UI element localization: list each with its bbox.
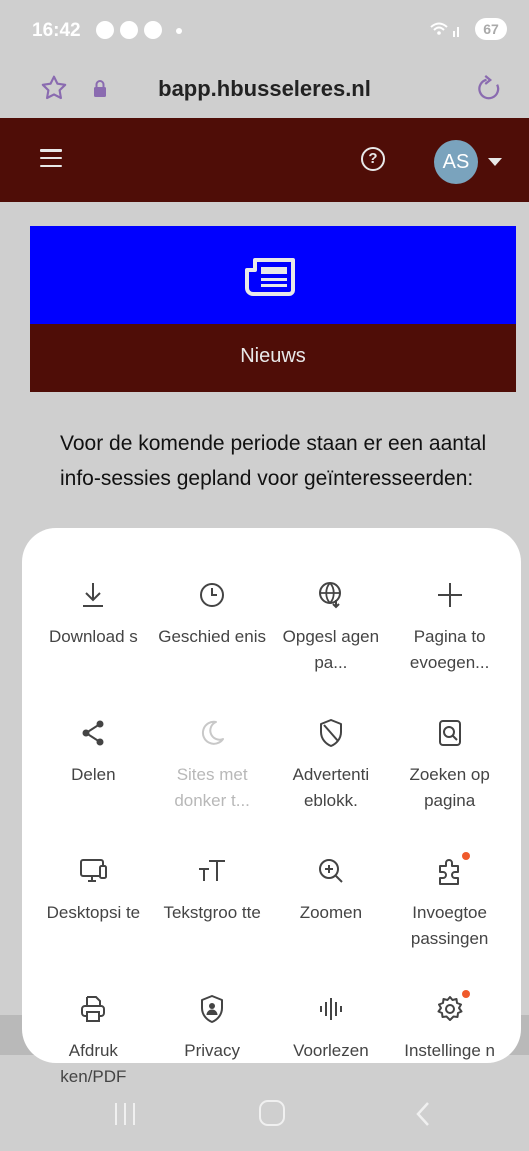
share-icon	[73, 716, 113, 750]
saved-pages-icon	[311, 578, 351, 612]
menu-item-zoom[interactable]: Zoomen	[272, 854, 391, 952]
notification-badge	[461, 852, 470, 860]
menu-item-add-page[interactable]: Pagina to evoegen...	[390, 578, 509, 676]
battery-indicator: 67	[475, 18, 507, 40]
menu-item-desktop-site[interactable]: Desktopsi te	[34, 854, 153, 952]
menu-item-share[interactable]: Delen	[34, 716, 153, 814]
news-banner	[30, 226, 516, 324]
menu-item-label: Desktopsi te	[46, 903, 141, 922]
news-body: Voor de komende periode staan er een aan…	[60, 432, 487, 490]
menu-item-label: Sites met donker t...	[174, 765, 250, 810]
menu-item-saved-pages[interactable]: Opgesl agen pa...	[272, 578, 391, 676]
desktop-icon	[73, 854, 113, 888]
hamburger-menu-icon[interactable]	[40, 149, 62, 167]
system-icons: 67	[429, 18, 507, 40]
recent-apps-icon[interactable]	[115, 1103, 135, 1125]
reload-icon[interactable]	[474, 74, 504, 104]
menu-item-label: Opgesl agen pa...	[282, 627, 380, 672]
moon-icon	[192, 716, 232, 750]
whatsapp-icon	[120, 21, 138, 39]
menu-item-dark-mode[interactable]: Sites met donker t...	[153, 716, 272, 814]
menu-item-label: Zoeken op pagina	[409, 765, 490, 810]
extensions-icon	[430, 852, 470, 888]
menu-item-label: Voorlezen	[293, 1041, 369, 1060]
home-icon[interactable]	[259, 1100, 285, 1126]
status-bar: 16:42 67	[0, 0, 529, 62]
back-icon[interactable]	[414, 1100, 432, 1128]
download-icon	[73, 578, 113, 612]
chrome-icon	[144, 21, 162, 39]
notification-icons	[96, 21, 182, 39]
app-header: ? AS	[0, 118, 529, 202]
menu-item-history[interactable]: Geschied enis	[153, 578, 272, 676]
menu-item-label: Advertenti eblokk.	[292, 765, 370, 810]
menu-item-label: Zoomen	[299, 903, 363, 922]
settings-icon	[430, 990, 470, 1026]
menu-item-downloads[interactable]: Download s	[34, 578, 153, 676]
news-title-bar: Nieuws	[30, 324, 516, 392]
menu-item-ad-block[interactable]: Advertenti eblokk.	[272, 716, 391, 814]
browser-url-bar: bapp.hbusseleres.nl	[0, 62, 529, 118]
wifi-signal-icon	[430, 22, 459, 37]
menu-item-label: Download s	[48, 627, 138, 646]
menu-item-label: Privacy	[184, 1041, 240, 1060]
zoom-icon	[311, 854, 351, 888]
print-icon	[73, 992, 113, 1026]
news-title: Nieuws	[240, 345, 306, 367]
caret-down-icon[interactable]	[488, 158, 502, 166]
read-aloud-icon	[311, 992, 351, 1026]
menu-item-privacy[interactable]: Privacy	[153, 992, 272, 1090]
menu-item-label: Instellinge n	[404, 1041, 495, 1060]
messenger-icon	[96, 21, 114, 39]
notification-badge	[461, 990, 470, 998]
system-nav-bar	[0, 1082, 529, 1151]
find-in-page-icon	[430, 716, 470, 750]
more-notifications-icon	[176, 28, 182, 34]
menu-item-label: Geschied enis	[158, 627, 266, 646]
history-icon	[192, 578, 232, 612]
menu-item-text-size[interactable]: Tekstgroo tte	[153, 854, 272, 952]
privacy-icon	[192, 992, 232, 1026]
menu-item-label: Tekstgroo tte	[163, 903, 261, 922]
url-text[interactable]: bapp.hbusseleres.nl	[0, 76, 529, 102]
menu-item-settings[interactable]: Instellinge n	[390, 990, 509, 1090]
text-size-icon	[192, 854, 232, 888]
help-icon[interactable]: ?	[361, 147, 385, 171]
menu-item-find-on-page[interactable]: Zoeken op pagina	[390, 716, 509, 814]
plus-icon	[430, 578, 470, 612]
menu-item-label: Invoegtoe passingen	[410, 903, 489, 948]
menu-item-label: Delen	[71, 765, 116, 784]
status-time: 16:42	[32, 20, 81, 41]
menu-item-extensions[interactable]: Invoegtoe passingen	[390, 852, 509, 952]
menu-item-label: Pagina to evoegen...	[409, 627, 490, 672]
avatar[interactable]: AS	[434, 140, 478, 184]
browser-menu-sheet: Download s Geschied enis Opgesl agen pa.…	[22, 528, 521, 1086]
menu-item-read-aloud[interactable]: Voorlezen	[272, 992, 391, 1090]
shield-icon	[311, 716, 351, 750]
newspaper-icon	[245, 258, 295, 296]
menu-item-print[interactable]: Afdruk ken/PDF	[34, 992, 153, 1090]
